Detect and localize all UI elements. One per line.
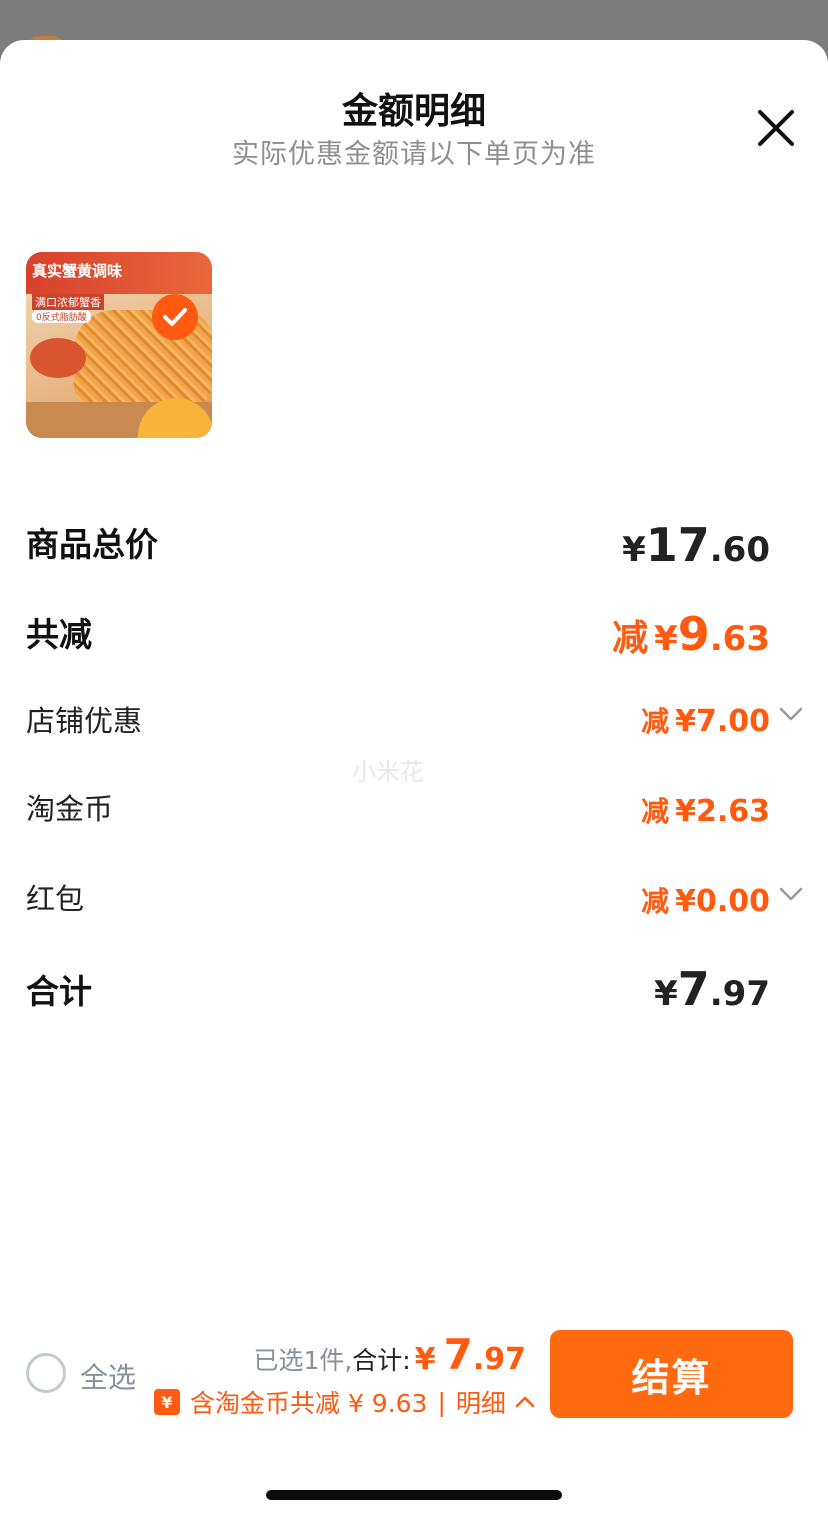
coins-label: 淘金币 [26,792,114,826]
amount-detail-sheet: 金额明细 实际优惠金额请以下单页为准 真实蟹黄调味 满口浓郁蟹香 0反式脂肪酸 … [0,40,828,1518]
amount-decimal: .60 [709,530,770,570]
store-discount-expand[interactable] [778,704,804,724]
currency-symbol: ¥ [654,974,678,1014]
red-packet-expand[interactable] [778,884,804,904]
amount-decimal: .97 [709,974,770,1014]
crab-image [30,338,86,378]
amount-integer: 9 [677,607,710,661]
currency-symbol: ¥ [622,530,646,570]
thumbnail-headline: 真实蟹黄调味 [32,262,123,280]
checkout-button[interactable]: 结算 [550,1330,793,1418]
store-discount-value[interactable]: 减 ¥7.00 [641,700,770,740]
divider: | [437,1387,446,1417]
sheet-title: 金额明细 [341,91,486,132]
red-packet-label: 红包 [26,882,85,916]
coins-value: 减 ¥2.63 [641,790,770,830]
coin-discount-detail-toggle[interactable]: ¥ 含淘金币共减 ¥ 9.63 | 明细 [154,1384,536,1420]
thumbnail-badge: 0反式脂肪酸 [32,310,91,323]
product-selected-check[interactable] [152,294,198,340]
coin-icon: ¥ [154,1389,180,1415]
discount-prefix: 减 [641,885,670,918]
amount-integer: 7 [677,962,710,1016]
footer-currency-symbol: ¥ [414,1342,436,1377]
footer-total-decimal: .97 [472,1342,526,1377]
subtotal-value: ¥7.97 [654,962,770,1016]
total-discount-label: 共减 [26,615,92,654]
thumbnail-tagline: 满口浓郁蟹香 [32,294,104,310]
discount-amount: ¥7.00 [675,704,770,739]
chevron-up-icon [515,1396,535,1408]
detail-link-text: 明细 [455,1389,506,1418]
discount-amount: ¥0.00 [675,884,770,919]
close-icon [758,110,794,146]
close-button[interactable] [754,106,798,150]
currency-symbol: ¥ [654,619,678,659]
selected-count-text: 已选1件, [253,1346,353,1375]
red-packet-value[interactable]: 减 ¥0.00 [641,880,770,920]
discount-prefix: 减 [612,618,649,659]
store-discount-label: 店铺优惠 [26,704,143,738]
sheet-subtitle: 实际优惠金额请以下单页为准 [232,139,596,170]
footer-total-integer: 7 [443,1330,473,1379]
select-all-label[interactable]: 全选 [80,1356,136,1396]
chevron-down-icon [779,707,803,721]
discount-prefix: 减 [641,705,670,738]
select-all-radio[interactable] [26,1353,66,1393]
amount-integer: 17 [645,518,710,572]
home-indicator[interactable] [266,1490,562,1500]
total-discount-value: 减 ¥9.63 [612,607,770,661]
discount-amount: ¥2.63 [675,794,770,829]
checkmark-icon [163,308,187,326]
discount-prefix: 减 [641,795,670,828]
chevron-down-icon [779,887,803,901]
amount-decimal: .63 [709,619,770,659]
watermark: 小米花 [352,758,424,786]
footer-summary: 已选1件, 合计: ¥7.97 [253,1330,526,1379]
coin-discount-text: 含淘金币共减 ¥ 9.63 [190,1389,428,1418]
footer-total-label: 合计: [352,1346,411,1375]
total-price-value: ¥17.60 [622,518,770,572]
total-price-label: 商品总价 [26,525,158,564]
product-thumbnail[interactable]: 真实蟹黄调味 满口浓郁蟹香 0反式脂肪酸 [26,252,212,438]
subtotal-label: 合计 [26,972,92,1011]
